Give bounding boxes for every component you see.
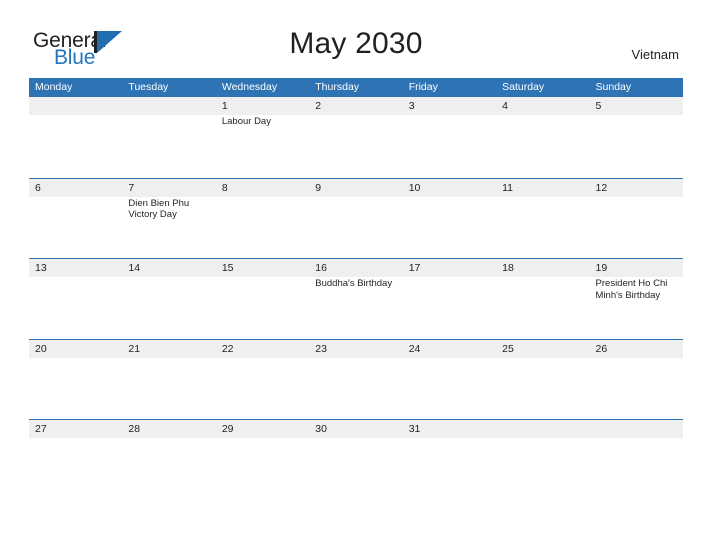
calendar-day-cell[interactable]: 24 — [403, 340, 496, 420]
calendar-day-cell[interactable]: 27 — [29, 420, 122, 500]
calendar-day-cell[interactable]: 6 — [29, 179, 122, 259]
calendar-week-row: 13 14 15 16 Buddha's Birthday 17 18 19 President… — [29, 258, 683, 339]
day-number: 8 — [221, 181, 228, 194]
weekday-header-tuesday: Tuesday — [128, 81, 169, 93]
calendar-day-cell[interactable]: 3 — [403, 97, 496, 178]
day-number: 7 — [128, 181, 135, 194]
calendar-day-cell[interactable]: 12 — [590, 179, 683, 259]
calendar-day-cell[interactable]: 22 — [216, 340, 309, 420]
calendar-day-cell[interactable]: 18 — [496, 259, 589, 339]
calendar-day-cell[interactable]: 13 — [29, 259, 122, 339]
day-number: 22 — [221, 342, 234, 355]
calendar-day-cell[interactable]: 29 — [216, 420, 309, 500]
day-number: 21 — [128, 342, 141, 355]
calendar-day-cell[interactable]: 23 — [309, 340, 402, 420]
day-number: 10 — [408, 181, 421, 194]
week-day-cells: 27 28 29 30 31 — [29, 420, 683, 500]
day-number: 15 — [221, 262, 234, 274]
weekday-header-thursday: Thursday — [315, 81, 360, 93]
week-day-cells: 1 Labour Day 2 3 4 5 — [29, 97, 683, 178]
weekday-header-monday: Monday — [35, 81, 73, 93]
day-number: 23 — [315, 342, 327, 355]
calendar-day-cell[interactable]: 8 — [216, 179, 309, 259]
calendar-day-cell[interactable]: 9 — [309, 179, 402, 259]
day-number: 2 — [315, 100, 322, 112]
day-number: 13 — [35, 262, 47, 274]
holiday-event-label: Dien Bien Phu Victory Day — [128, 197, 190, 221]
calendar-day-cell[interactable]: 19 President Ho Chi Minh's Birthday — [590, 259, 683, 339]
day-number: 29 — [221, 423, 234, 435]
calendar-week-row: 27 28 29 30 31 — [29, 419, 683, 500]
country-label: Vietnam — [631, 47, 679, 62]
day-number: 9 — [315, 181, 322, 194]
calendar-day-cell[interactable]: 15 — [216, 259, 309, 339]
holiday-event-label: Buddha's Birthday — [315, 278, 393, 289]
week-day-cells: 6 7 Dien Bien Phu Victory Day 8 9 10 11 12 — [29, 179, 683, 259]
page-title: May 2030 — [289, 27, 423, 60]
calendar-day-cell[interactable]: 7 Dien Bien Phu Victory Day — [122, 179, 215, 259]
day-number: 31 — [408, 423, 421, 435]
calendar-day-cell[interactable]: 4 — [496, 97, 589, 178]
holiday-event-label: Labour Day — [221, 116, 271, 127]
week-day-cells: 13 14 15 16 Buddha's Birthday 17 18 19 President… — [29, 259, 683, 339]
weekday-header-wednesday: Wednesday — [221, 81, 278, 93]
calendar-day-cell-empty — [29, 97, 122, 178]
calendar-day-cell-empty — [590, 420, 683, 500]
day-number: 24 — [408, 342, 421, 355]
calendar-day-cell[interactable]: 28 — [122, 420, 215, 500]
calendar-day-cell-empty — [496, 420, 589, 500]
calendar-week-row: 1 Labour Day 2 3 4 5 — [29, 97, 683, 178]
weekday-header-row: Monday Tuesday Wednesday Thursday Friday Satu… — [29, 78, 683, 97]
calendar-day-cell[interactable]: 5 — [590, 97, 683, 178]
calendar-week-row: 20 21 22 23 24 25 26 — [29, 338, 683, 420]
day-number: 20 — [35, 342, 47, 355]
week-day-cells: 20 21 22 23 24 25 26 — [29, 340, 683, 420]
calendar-grid: Monday Tuesday Wednesday Thursday Friday Satu… — [29, 78, 683, 500]
calendar-day-cell[interactable]: 17 — [403, 259, 496, 339]
day-number: 5 — [595, 100, 602, 112]
calendar-day-cell-empty — [122, 97, 215, 178]
calendar-day-cell[interactable]: 1 Labour Day — [216, 97, 309, 178]
day-number: 4 — [502, 100, 508, 112]
page-header: General Blue May 2030 Vietnam — [0, 0, 712, 76]
day-number: 30 — [315, 423, 327, 435]
weekday-header-saturday: Saturday — [502, 81, 545, 93]
day-number: 26 — [595, 342, 608, 355]
day-number: 17 — [408, 262, 421, 274]
calendar-day-cell[interactable]: 30 — [309, 420, 402, 500]
day-number: 27 — [35, 423, 47, 435]
calendar-day-cell[interactable]: 25 — [496, 340, 589, 420]
day-number: 14 — [128, 262, 141, 274]
calendar-day-cell[interactable]: 31 — [403, 420, 496, 500]
calendar-day-cell[interactable]: 21 — [122, 340, 215, 420]
day-number: 18 — [502, 262, 514, 274]
calendar-day-cell[interactable]: 16 Buddha's Birthday — [309, 259, 402, 339]
day-number: 19 — [595, 262, 608, 274]
calendar-day-cell[interactable]: 20 — [29, 340, 122, 420]
calendar-day-cell[interactable]: 2 — [309, 97, 402, 178]
day-number: 12 — [595, 181, 608, 194]
weekday-header-sunday: Sunday — [595, 81, 632, 93]
day-number: 16 — [315, 262, 327, 274]
calendar-day-cell[interactable]: 26 — [590, 340, 683, 420]
calendar-day-cell[interactable]: 14 — [122, 259, 215, 339]
calendar-page: General Blue May 2030 Vietnam Monday Tues… — [0, 0, 712, 550]
calendar-week-row: 6 7 Dien Bien Phu Victory Day 8 9 10 11 12 — [29, 177, 683, 259]
day-number: 25 — [502, 342, 514, 355]
day-number: 1 — [221, 100, 228, 112]
day-number: 28 — [128, 423, 141, 435]
calendar-day-cell[interactable]: 10 — [403, 179, 496, 259]
day-number: 3 — [408, 100, 415, 112]
holiday-event-label: President Ho Chi Minh's Birthday — [595, 278, 668, 301]
day-number: 6 — [35, 181, 41, 194]
calendar-weeks: 1 Labour Day 2 3 4 5 6 7 Dien Bien Phu Victory D… — [29, 97, 683, 500]
weekday-header-friday: Friday — [408, 81, 438, 93]
calendar-day-cell[interactable]: 11 — [496, 179, 589, 259]
day-number: 11 — [502, 181, 514, 194]
